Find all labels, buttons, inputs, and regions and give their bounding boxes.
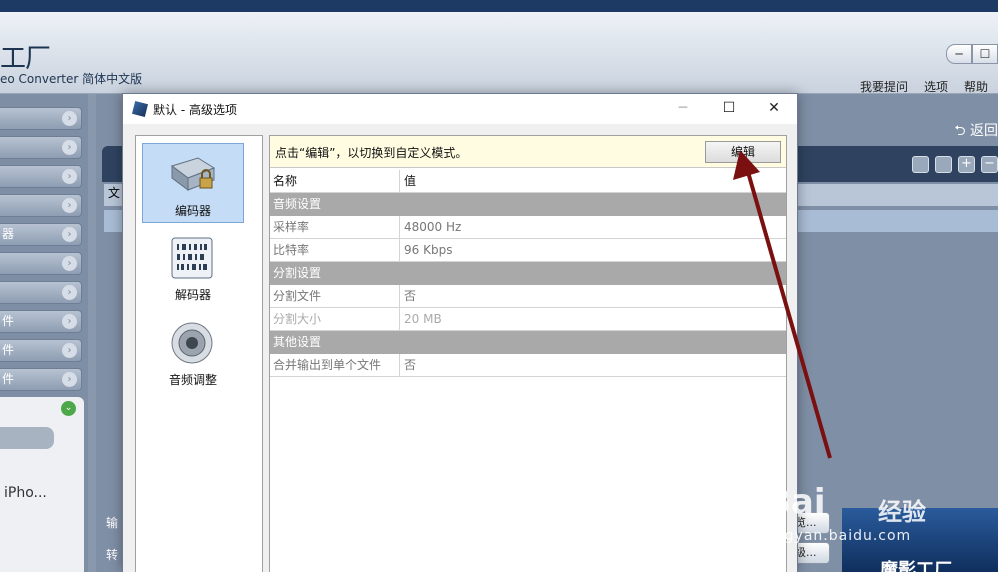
chevron-right-icon: › (62, 314, 77, 329)
settings-grid: 名称 值 音频设置 采样率 48000 Hz 比特率 96 Kbps 分割设置 (270, 170, 786, 377)
device-label: iPho... (4, 485, 47, 501)
dialog-titlebar: 默认 - 高级选项 ─ ☐ ✕ (123, 94, 797, 124)
encoder-icon (170, 157, 216, 191)
category-label: 解码器 (174, 288, 211, 302)
chevron-right-icon: › (62, 343, 77, 358)
grid-header: 名称 值 (270, 170, 786, 193)
column-header-value: 值 (404, 174, 417, 188)
setting-row-sample-rate[interactable]: 采样率 48000 Hz (270, 216, 786, 239)
app-menu: 我要提问 选项 帮助 (860, 78, 988, 95)
category-label: 音频调整 (168, 373, 217, 387)
watermark-suffix: 经验 (878, 498, 926, 526)
setting-row-split-size: 分割大小 20 MB (270, 308, 786, 331)
chevron-right-icon: › (62, 256, 77, 271)
chevron-right-icon: › (62, 372, 77, 387)
setting-row-bitrate[interactable]: 比特率 96 Kbps (270, 239, 786, 262)
sidebar-item-1[interactable]: › (0, 107, 82, 130)
back-button[interactable]: ⮌ 返回 (954, 120, 998, 144)
edit-hint-text: 点击“编辑”，以切换到自定义模式。 (275, 146, 468, 160)
sidebar-item-8[interactable]: 件 › (0, 310, 82, 333)
app-minimize-button[interactable]: ─ (946, 44, 972, 64)
app-icon (132, 101, 148, 117)
category-list: 编码器 解码器 音频调整 (135, 135, 263, 572)
watermark-url: jingyan.baidu.com (765, 528, 912, 544)
edit-hint-bar: 点击“编辑”，以切换到自定义模式。 编辑 (270, 136, 786, 168)
device-panel: ⌄ iPho... (0, 397, 84, 572)
category-decoder[interactable]: 解码器 (142, 228, 244, 308)
sidebar-item-9[interactable]: 件 › (0, 339, 82, 362)
app-titlebar: 工厂 eo Converter 简体中文版 ─ ☐ 我要提问 选项 帮助 (0, 12, 998, 94)
menu-item-help[interactable]: 帮助 (964, 78, 988, 95)
dialog-minimize-button[interactable]: ─ (671, 98, 695, 118)
dialog-close-button[interactable]: ✕ (762, 98, 786, 118)
speaker-icon (171, 322, 213, 364)
sidebar-item-2[interactable]: › (0, 136, 82, 159)
sidebar-item-4[interactable]: › (0, 194, 82, 217)
watermark-brand: Bai (765, 482, 826, 522)
category-audio-adjust[interactable]: 音频调整 (142, 313, 244, 393)
chevron-down-icon[interactable]: ⌄ (61, 401, 76, 416)
desktop-strip (0, 0, 998, 12)
toolbar-icons: + − (912, 156, 998, 173)
category-label: 编码器 (174, 204, 211, 218)
sidebar-item-3[interactable]: › (0, 165, 82, 188)
dialog-title: 默认 - 高级选项 (153, 103, 237, 117)
group-row-split[interactable]: 分割设置 (270, 262, 786, 285)
sidebar-item-5[interactable]: 器 › (0, 223, 82, 246)
sidebar-item-6[interactable]: › (0, 252, 82, 275)
menu-item-ask[interactable]: 我要提问 (860, 78, 908, 95)
settings-panel: 点击“编辑”，以切换到自定义模式。 编辑 名称 值 音频设置 采样率 48000… (269, 135, 787, 572)
chevron-right-icon: › (62, 198, 77, 213)
chevron-right-icon: › (62, 111, 77, 126)
output-label: 输 (106, 516, 119, 530)
back-arrow-icon: ⮌ (954, 123, 966, 139)
chevron-right-icon: › (62, 169, 77, 184)
sidebar-item-10[interactable]: 件 › (0, 368, 82, 391)
chevron-right-icon: › (62, 285, 77, 300)
setting-row-split-file[interactable]: 分割文件 否 (270, 285, 786, 308)
column-header-name: 名称 (270, 170, 400, 192)
setting-row-merge-output[interactable]: 合并输出到单个文件 否 (270, 354, 786, 377)
gear-icon[interactable] (935, 156, 952, 173)
convert-label: 转 (106, 548, 119, 562)
app-maximize-button[interactable]: ☐ (972, 44, 998, 64)
chevron-right-icon: › (62, 140, 77, 155)
minus-icon[interactable]: − (981, 156, 998, 173)
edit-button[interactable]: 编辑 (705, 141, 781, 163)
settings-icon[interactable] (912, 156, 929, 173)
group-row-other[interactable]: 其他设置 (270, 331, 786, 354)
dialog-maximize-button[interactable]: ☐ (717, 98, 741, 118)
chevron-right-icon: › (62, 227, 77, 242)
plus-icon[interactable]: + (958, 156, 975, 173)
sidebar-item-7[interactable]: › (0, 281, 82, 304)
app-window-controls: ─ ☐ (946, 44, 998, 64)
dialog-body: 编码器 解码器 音频调整 点击“编辑”，以切换到自定义模式。 编辑 名称 值 音… (123, 124, 797, 572)
group-row-audio[interactable]: 音频设置 (270, 193, 786, 216)
advanced-options-dialog: 默认 - 高级选项 ─ ☐ ✕ 编码器 解码器 音频调整 点击“编辑”，以切换到… (122, 93, 798, 572)
app-subtitle: eo Converter 简体中文版 (0, 72, 143, 86)
category-encoder[interactable]: 编码器 (142, 143, 244, 223)
decoder-icon (171, 237, 213, 279)
device-selector[interactable] (0, 427, 54, 449)
menu-item-options[interactable]: 选项 (924, 78, 948, 95)
